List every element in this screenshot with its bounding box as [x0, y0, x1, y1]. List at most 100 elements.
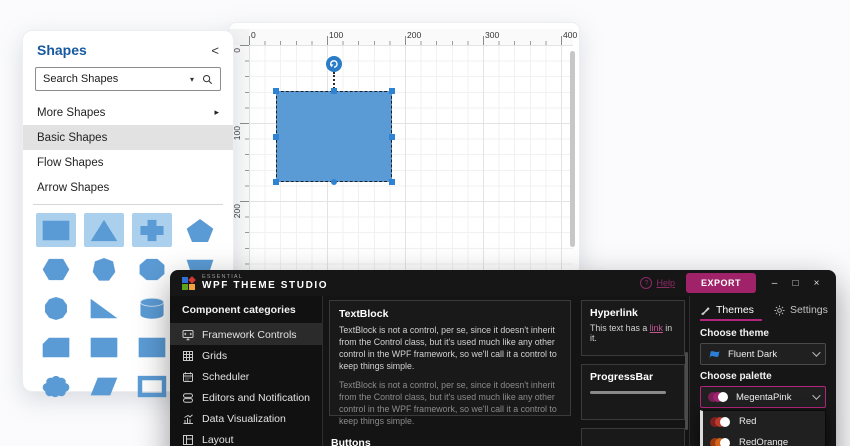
palette-swatch-icon	[710, 437, 731, 446]
settings-gear-icon	[774, 304, 785, 316]
sidebar-item-label: Editors and Notification	[202, 391, 310, 404]
studio-brand: ESSENTIAL WPF THEME STUDIO	[202, 274, 328, 292]
theme-settings-panel: Themes Settings Choose theme Fluent Dark …	[689, 296, 836, 446]
sidebar-item-label: Grids	[202, 349, 228, 362]
hyperlink-section: Hyperlink This text has a link in it.	[581, 300, 685, 356]
shape-item-heptagon[interactable]	[84, 252, 124, 286]
parallelogram-shape-icon	[90, 377, 118, 395]
panel-divider	[33, 204, 223, 205]
theme-select[interactable]: Fluent Dark	[700, 343, 826, 365]
data-visualization-icon	[183, 413, 193, 424]
search-icon[interactable]	[202, 74, 213, 85]
palette-option-red[interactable]: Red	[703, 411, 825, 432]
palette-option-label: RedOrange	[739, 437, 789, 446]
category-flow-shapes[interactable]: Flow Shapes	[23, 150, 233, 175]
triangle-shape-icon	[90, 219, 118, 241]
search-shapes-input[interactable]: Search Shapes ▾	[35, 67, 221, 91]
tab-label: Settings	[789, 304, 828, 316]
right-triangle-shape-icon	[90, 298, 118, 318]
export-button[interactable]: EXPORT	[685, 273, 756, 293]
sidebar-item-data-visualization[interactable]: Data Visualization	[170, 408, 322, 429]
sidebar-item-label: Layout	[202, 433, 234, 446]
shape-item-thought-cloud[interactable]	[36, 369, 76, 403]
hyperlink-title: Hyperlink	[590, 307, 638, 319]
resize-handle-bottom-right[interactable]	[389, 179, 395, 185]
rotate-handle[interactable]	[326, 56, 342, 72]
shape-item-parallelogram[interactable]	[84, 369, 124, 403]
preview-scrollbar[interactable]	[685, 352, 688, 430]
palette-dropdown-popup: Red RedOrange	[700, 410, 826, 446]
hyperlink-sample-text: This text has a link in it.	[590, 323, 676, 343]
thought-cloud-shape-icon	[42, 375, 70, 397]
rectangle2-shape-icon	[90, 337, 118, 357]
shape-item-triangle[interactable]	[84, 213, 124, 247]
active-tab-underline	[700, 319, 762, 321]
grids-icon	[183, 350, 193, 361]
component-categories-sidebar: Component categories Framework Controls G…	[170, 296, 323, 446]
submenu-arrow-icon: ▸	[214, 107, 219, 117]
shape-item-rectangle2[interactable]	[84, 330, 124, 364]
canvas-vertical-scrollbar[interactable]	[570, 51, 575, 247]
rectangle3-shape-icon	[138, 337, 166, 357]
tab-settings[interactable]: Settings	[774, 304, 828, 316]
sidebar-item-editors-and-notification[interactable]: Editors and Notification	[170, 387, 322, 408]
maximize-button[interactable]: □	[788, 278, 803, 289]
tab-themes[interactable]: Themes	[700, 304, 754, 316]
sidebar-item-label: Data Visualization	[202, 412, 286, 425]
resize-handle-top-left[interactable]	[273, 88, 279, 94]
shape-item-card[interactable]	[36, 330, 76, 364]
shape-category-list: More Shapes ▸ Basic Shapes Flow Shapes Arrow…	[23, 100, 233, 200]
hyperlink-link[interactable]: link	[650, 323, 663, 333]
horizontal-ruler: 0 100 200 300 400	[249, 29, 577, 46]
category-basic-shapes[interactable]: Basic Shapes	[23, 125, 233, 150]
sidebar-item-grids[interactable]: Grids	[170, 345, 322, 366]
shape-item-rectangle3[interactable]	[132, 330, 172, 364]
shape-item-rectangle[interactable]	[36, 213, 76, 247]
help-link[interactable]: ? Help	[640, 277, 675, 289]
window-controls: – □ ×	[767, 278, 824, 289]
palette-option-label: Red	[739, 416, 757, 427]
collapse-panel-icon[interactable]: <	[211, 43, 219, 58]
shape-item-hexagon[interactable]	[36, 252, 76, 286]
panel-tabs: Themes Settings	[700, 296, 828, 316]
shape-item-octagon[interactable]	[132, 252, 172, 286]
sidebar-header: Component categories	[170, 296, 322, 324]
h-ruler-label-300: 300	[485, 30, 500, 40]
resize-handle-middle-left[interactable]	[273, 133, 279, 140]
textblock-section: TextBlock TextBlock is not a control, pe…	[329, 300, 571, 426]
close-button[interactable]: ×	[809, 278, 824, 289]
shape-item-frame[interactable]	[132, 369, 172, 403]
rotate-connector-line	[333, 72, 335, 89]
category-arrow-shapes[interactable]: Arrow Shapes	[23, 175, 233, 200]
diagram-canvas[interactable]	[249, 45, 573, 271]
category-more-shapes[interactable]: More Shapes ▸	[23, 100, 233, 125]
theme-select-chevron-icon	[812, 348, 821, 357]
diagram-canvas-window: 0 100 200 300 400 0 100 200	[228, 22, 580, 276]
palette-option-redorange[interactable]: RedOrange	[703, 432, 825, 446]
palette-select[interactable]: MegentaPink	[700, 386, 826, 408]
search-dropdown-caret-icon[interactable]: ▾	[190, 75, 194, 84]
resize-handle-top-right[interactable]	[389, 88, 395, 94]
sidebar-item-layout[interactable]: Layout	[170, 429, 322, 446]
h-ruler-label-0: 0	[251, 30, 256, 40]
scheduler-icon	[183, 371, 193, 382]
selected-rectangle-node[interactable]	[273, 56, 395, 185]
logo-square-green	[182, 283, 188, 290]
sidebar-item-framework-controls[interactable]: Framework Controls	[170, 324, 322, 345]
wpf-theme-studio-window: ESSENTIAL WPF THEME STUDIO ? Help EXPORT…	[170, 270, 836, 446]
resize-handle-bottom-left[interactable]	[273, 179, 279, 185]
shape-item-cylinder[interactable]	[132, 291, 172, 325]
shape-item-plus[interactable]	[132, 213, 172, 247]
resize-handle-top-middle[interactable]	[331, 88, 337, 94]
progressbar-section: ProgressBar	[581, 364, 685, 420]
resize-handle-middle-right[interactable]	[389, 133, 395, 140]
minimize-button[interactable]: –	[767, 278, 782, 289]
controls-preview-area: TextBlock TextBlock is not a control, pe…	[323, 296, 689, 446]
shape-item-decagon[interactable]	[36, 291, 76, 325]
logo-square-red	[188, 275, 196, 284]
shape-item-right-triangle[interactable]	[84, 291, 124, 325]
decagon-shape-icon	[44, 296, 68, 320]
shape-item-pentagon[interactable]	[180, 213, 220, 247]
sidebar-item-scheduler[interactable]: Scheduler	[170, 366, 322, 387]
resize-handle-bottom-middle[interactable]	[331, 179, 337, 185]
